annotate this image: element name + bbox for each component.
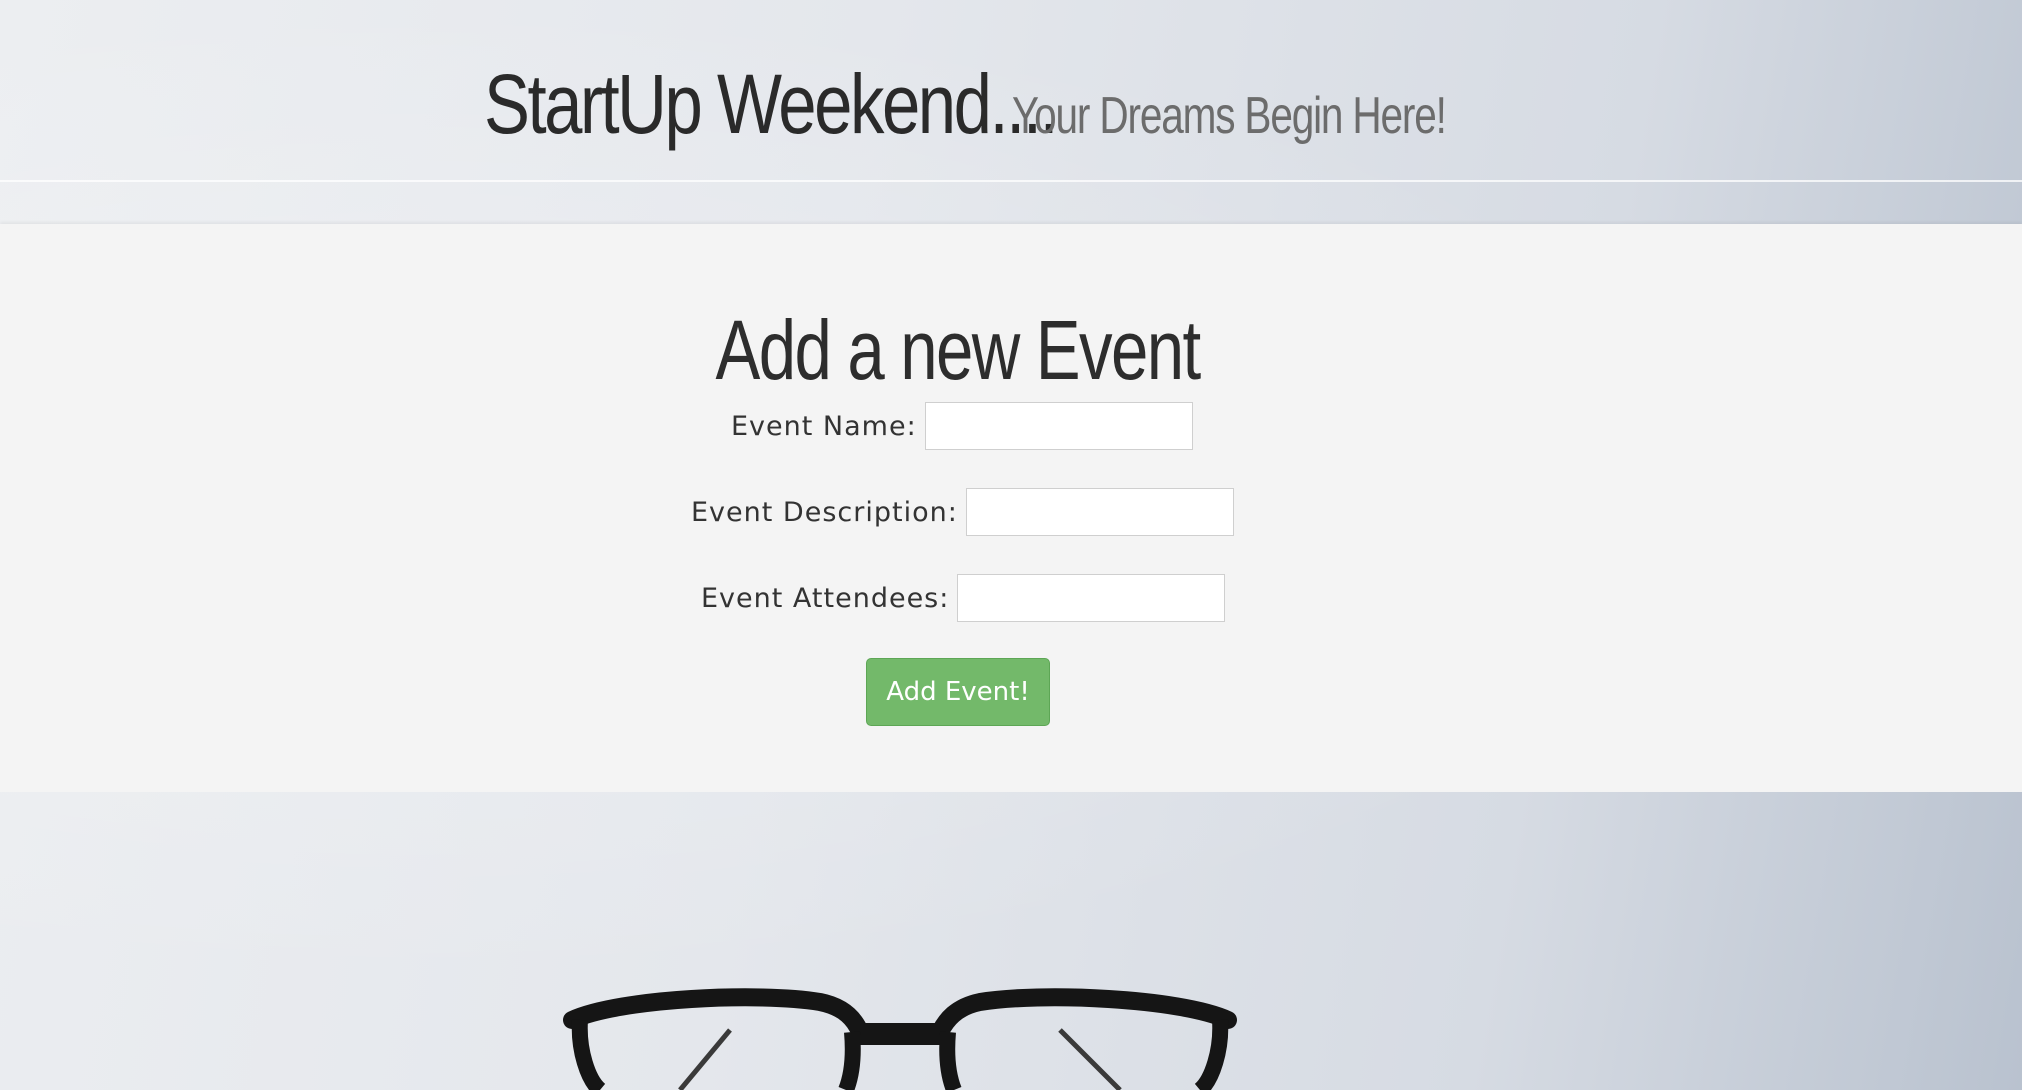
eyeglasses-icon: [563, 988, 1237, 1090]
event-name-label: Event Name:: [731, 410, 917, 442]
event-description-label: Event Description:: [691, 496, 958, 528]
site-header: StartUp Weekend.... Your Dreams Begin He…: [0, 0, 2022, 180]
event-description-input[interactable]: [965, 488, 1234, 536]
event-attendees-input[interactable]: [957, 574, 1226, 622]
form-title: Add a new Event: [715, 303, 1202, 397]
event-attendees-row: Event Attendees:: [701, 571, 1226, 625]
site-tagline: Your Dreams Begin Here!: [1012, 87, 1447, 145]
event-name-row: Event Name:: [731, 399, 1193, 453]
event-name-input[interactable]: [924, 402, 1193, 450]
add-event-button[interactable]: Add Event!: [866, 658, 1050, 726]
event-attendees-label: Event Attendees:: [701, 582, 950, 614]
site-title: StartUp Weekend....: [484, 57, 1059, 151]
event-description-row: Event Description:: [691, 485, 1234, 539]
header-divider: [0, 180, 2022, 182]
add-event-panel: Add a new Event Event Name: Event Descri…: [0, 224, 2022, 792]
brand: StartUp Weekend.... Your Dreams Begin He…: [484, 56, 1447, 153]
